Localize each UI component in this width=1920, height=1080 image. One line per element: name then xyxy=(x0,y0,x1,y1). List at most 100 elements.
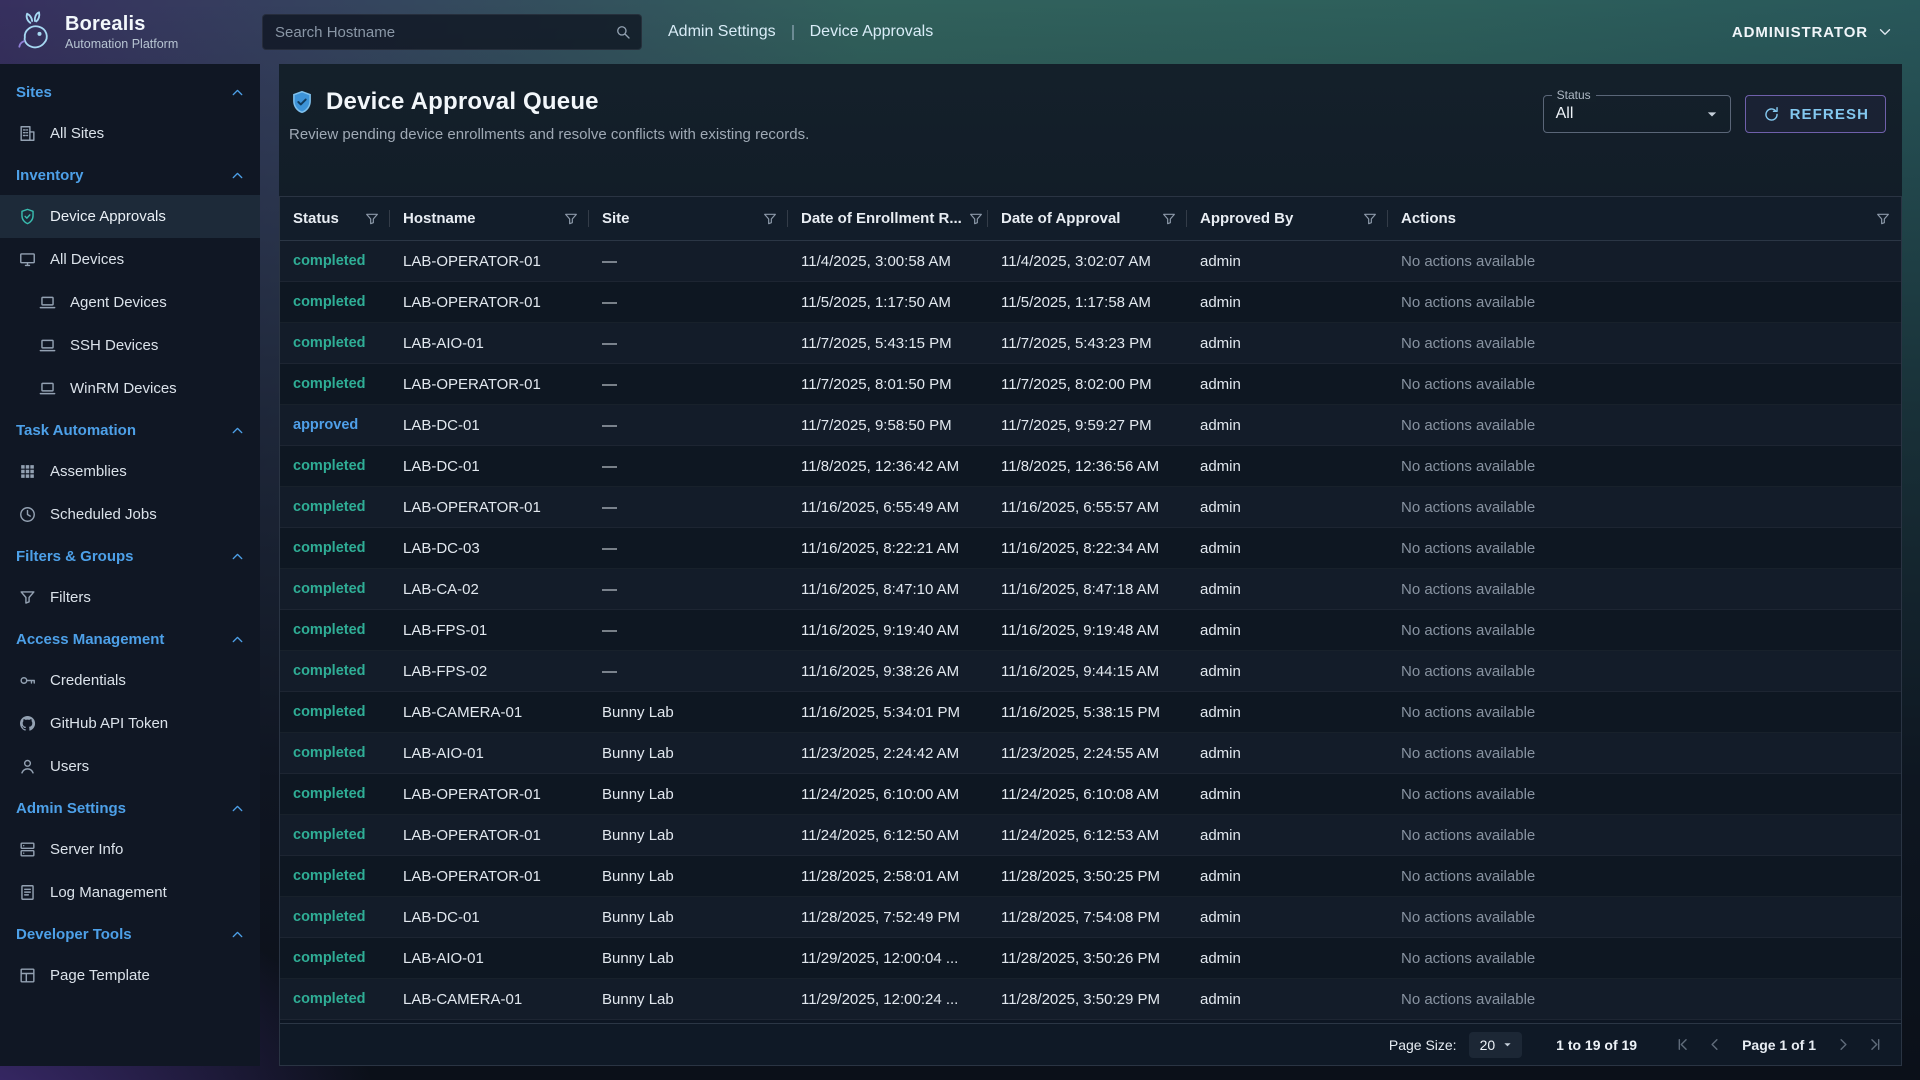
cell-approval-date: 11/7/2025, 8:02:00 PM xyxy=(988,376,1187,393)
top-link-admin-settings[interactable]: Admin Settings xyxy=(668,23,776,41)
table-row[interactable]: completedLAB-OPERATOR-01—11/5/2025, 1:17… xyxy=(280,282,1901,323)
sidebar-section-inventory[interactable]: Inventory xyxy=(0,155,260,195)
sidebar-section-access-management[interactable]: Access Management xyxy=(0,619,260,659)
cell-enrollment-date: 11/5/2025, 1:17:50 AM xyxy=(788,294,988,311)
sidebar-section-admin-settings[interactable]: Admin Settings xyxy=(0,788,260,828)
cell-site: Bunny Lab xyxy=(589,827,788,844)
shield-line-icon xyxy=(18,207,37,226)
cell-approved-by: admin xyxy=(1187,868,1388,885)
cell-site: — xyxy=(589,499,788,516)
pagination-prev-button[interactable] xyxy=(1705,1035,1724,1054)
sidebar-item-github-api-token[interactable]: GitHub API Token xyxy=(0,702,260,745)
sidebar-item-label: Scheduled Jobs xyxy=(50,506,157,523)
sidebar-section-developer-tools[interactable]: Developer Tools xyxy=(0,914,260,954)
cell-hostname: LAB-DC-03 xyxy=(390,540,589,557)
sidebar-section-task-automation[interactable]: Task Automation xyxy=(0,410,260,450)
sidebar-item-device-approvals[interactable]: Device Approvals xyxy=(0,195,260,238)
sidebar-item-page-template[interactable]: Page Template xyxy=(0,954,260,997)
pagination-next-button[interactable] xyxy=(1834,1035,1853,1054)
grid-icon xyxy=(18,462,37,481)
cell-approval-date: 11/28/2025, 3:50:26 PM xyxy=(988,950,1187,967)
table-row[interactable]: completedLAB-DC-03—11/16/2025, 8:22:21 A… xyxy=(280,528,1901,569)
table-row[interactable]: completedLAB-DC-01Bunny Lab11/28/2025, 7… xyxy=(280,897,1901,938)
filter-icon[interactable] xyxy=(968,211,984,227)
table-row[interactable]: completedLAB-CAMERA-01Bunny Lab11/16/202… xyxy=(280,692,1901,733)
cell-approval-date: 11/5/2025, 1:17:58 AM xyxy=(988,294,1187,311)
table-row[interactable]: completedLAB-AIO-01Bunny Lab11/29/2025, … xyxy=(280,938,1901,979)
table-row[interactable]: completedLAB-OPERATOR-01Bunny Lab11/24/2… xyxy=(280,815,1901,856)
cell-approval-date: 11/16/2025, 8:47:18 AM xyxy=(988,581,1187,598)
table-row[interactable]: completedLAB-OPERATOR-01—11/7/2025, 8:01… xyxy=(280,364,1901,405)
pagination-last-button[interactable] xyxy=(1866,1035,1885,1054)
brand: Borealis Automation Platform xyxy=(12,10,260,54)
table-row[interactable]: completedLAB-OPERATOR-01Bunny Lab11/24/2… xyxy=(280,774,1901,815)
cell-site: Bunny Lab xyxy=(589,909,788,926)
user-menu[interactable]: ADMINISTRATOR xyxy=(1732,23,1894,41)
sidebar-item-winrm-devices[interactable]: WinRM Devices xyxy=(0,367,260,410)
cell-actions: No actions available xyxy=(1388,417,1901,434)
sidebar-item-assemblies[interactable]: Assemblies xyxy=(0,450,260,493)
sidebar-item-ssh-devices[interactable]: SSH Devices xyxy=(0,324,260,367)
pagination-first-button[interactable] xyxy=(1673,1035,1692,1054)
cell-approved-by: admin xyxy=(1187,991,1388,1008)
filter-icon[interactable] xyxy=(1362,211,1378,227)
table-row[interactable]: completedLAB-AIO-01Bunny Lab11/23/2025, … xyxy=(280,733,1901,774)
table-row[interactable]: completedLAB-OPERATOR-01—11/4/2025, 3:00… xyxy=(280,241,1901,282)
cell-approved-by: admin xyxy=(1187,622,1388,639)
sidebar-item-server-info[interactable]: Server Info xyxy=(0,828,260,871)
pagination: Page 1 of 1 xyxy=(1673,1035,1885,1054)
top-link-device-approvals[interactable]: Device Approvals xyxy=(810,23,934,41)
filter-icon[interactable] xyxy=(1875,211,1891,227)
cell-enrollment-date: 11/7/2025, 9:58:50 PM xyxy=(788,417,988,434)
cell-actions: No actions available xyxy=(1388,991,1901,1008)
filter-icon[interactable] xyxy=(364,211,380,227)
sidebar-section-filters-groups[interactable]: Filters & Groups xyxy=(0,536,260,576)
brand-subtitle: Automation Platform xyxy=(65,37,178,51)
sidebar-item-filters[interactable]: Filters xyxy=(0,576,260,619)
sidebar-item-label: Page Template xyxy=(50,967,150,984)
cell-enrollment-date: 11/28/2025, 2:58:01 AM xyxy=(788,868,988,885)
sidebar-item-credentials[interactable]: Credentials xyxy=(0,659,260,702)
sidebar-item-scheduled-jobs[interactable]: Scheduled Jobs xyxy=(0,493,260,536)
table-row[interactable]: completedLAB-FPS-02—11/16/2025, 9:38:26 … xyxy=(280,651,1901,692)
sidebar-item-all-sites[interactable]: All Sites xyxy=(0,112,260,155)
cell-approved-by: admin xyxy=(1187,909,1388,926)
cell-approved-by: admin xyxy=(1187,540,1388,557)
laptop-icon xyxy=(38,336,57,355)
cell-site: Bunny Lab xyxy=(589,991,788,1008)
pagination-page-label: Page 1 of 1 xyxy=(1742,1037,1816,1053)
table-row[interactable]: completedLAB-AIO-01—11/7/2025, 5:43:15 P… xyxy=(280,323,1901,364)
cell-approval-date: 11/7/2025, 9:59:27 PM xyxy=(988,417,1187,434)
table-row[interactable]: approvedLAB-DC-01—11/7/2025, 9:58:50 PM1… xyxy=(280,405,1901,446)
cell-status: completed xyxy=(280,458,390,474)
table-row[interactable]: completedLAB-FPS-01—11/16/2025, 9:19:40 … xyxy=(280,610,1901,651)
refresh-button[interactable]: REFRESH xyxy=(1745,95,1886,133)
table-row[interactable]: completedLAB-DC-01—11/8/2025, 12:36:42 A… xyxy=(280,446,1901,487)
laptop-icon xyxy=(38,379,57,398)
cell-enrollment-date: 11/24/2025, 6:12:50 AM xyxy=(788,827,988,844)
table-row[interactable]: completedLAB-OPERATOR-01—11/16/2025, 6:5… xyxy=(280,487,1901,528)
template-icon xyxy=(18,966,37,985)
filter-icon[interactable] xyxy=(1161,211,1177,227)
status-filter-select[interactable]: Status All xyxy=(1543,95,1731,133)
filter-icon[interactable] xyxy=(563,211,579,227)
sidebar-item-agent-devices[interactable]: Agent Devices xyxy=(0,281,260,324)
filter-icon[interactable] xyxy=(762,211,778,227)
cell-hostname: LAB-OPERATOR-01 xyxy=(390,294,589,311)
cell-status: completed xyxy=(280,499,390,515)
column-header-site: Site xyxy=(589,197,788,240)
sidebar-item-log-management[interactable]: Log Management xyxy=(0,871,260,914)
column-header-hostname: Hostname xyxy=(390,197,589,240)
sidebar-section-sites[interactable]: Sites xyxy=(0,72,260,112)
sidebar-item-users[interactable]: Users xyxy=(0,745,260,788)
page-size-select[interactable]: 20 xyxy=(1469,1032,1523,1058)
cell-approved-by: admin xyxy=(1187,499,1388,516)
cell-status: completed xyxy=(280,581,390,597)
table-row[interactable]: completedLAB-CA-02—11/16/2025, 8:47:10 A… xyxy=(280,569,1901,610)
hostname-search-input[interactable] xyxy=(262,14,642,50)
table-row[interactable]: completedLAB-OPERATOR-01Bunny Lab11/28/2… xyxy=(280,856,1901,897)
cell-status: completed xyxy=(280,704,390,720)
sidebar-item-all-devices[interactable]: All Devices xyxy=(0,238,260,281)
table-row[interactable]: completedLAB-CAMERA-01Bunny Lab11/29/202… xyxy=(280,979,1901,1020)
cell-actions: No actions available xyxy=(1388,458,1901,475)
